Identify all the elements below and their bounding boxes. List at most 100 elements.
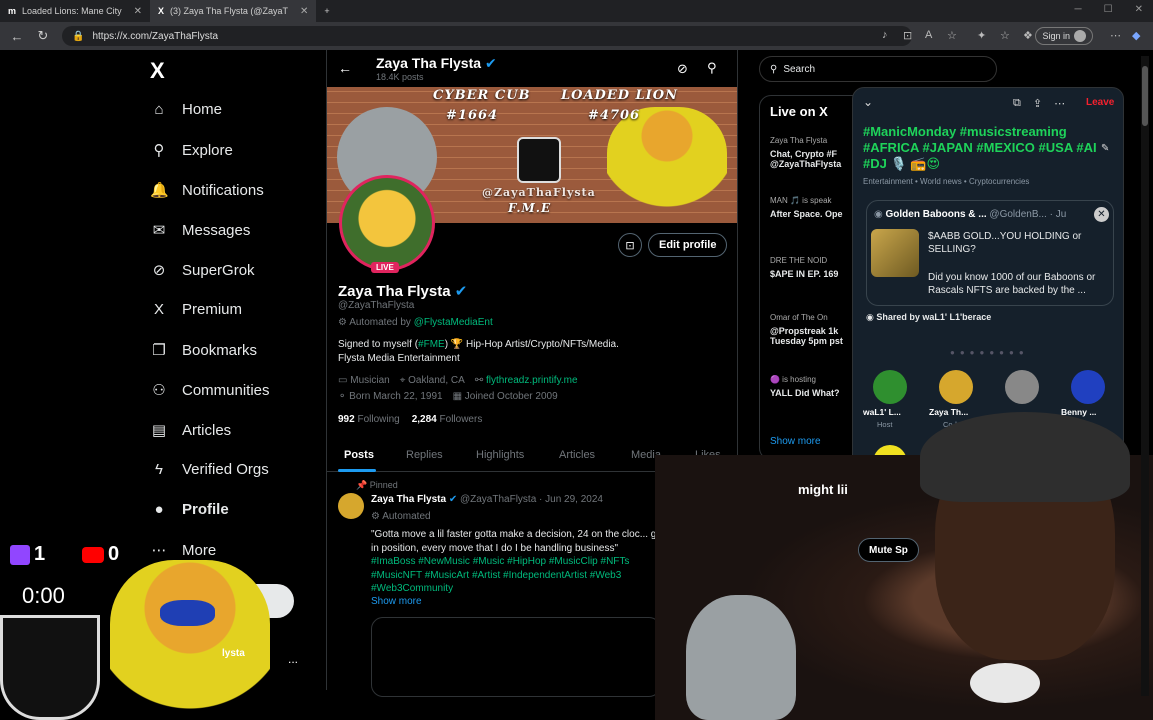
bio-hashtag[interactable]: #FME — [418, 339, 445, 350]
maximize-icon[interactable]: ☐ — [1104, 4, 1113, 15]
account-name[interactable]: lysta — [222, 648, 245, 659]
more-icon: ⋯ — [151, 542, 167, 559]
sidebar-item-supergrok[interactable]: ⊘ SuperGrok — [150, 261, 255, 280]
more-icon[interactable]: ⋯ — [1110, 29, 1121, 42]
bookmark-icon: ❐ — [152, 342, 166, 359]
signin-button[interactable]: Sign in — [1035, 27, 1093, 45]
banner-num-left: #1664 — [446, 108, 499, 123]
lion-overlay-image — [110, 560, 270, 720]
refresh-icon[interactable]: ↻ — [34, 28, 52, 44]
close-icon[interactable]: ✕ — [1094, 207, 1109, 222]
participant-avatar[interactable] — [1005, 370, 1039, 404]
followers-link[interactable]: 2,284 Followers — [412, 414, 483, 425]
sidebar-item-communities[interactable]: ⚇ Communities — [150, 381, 269, 400]
participant-avatar[interactable] — [939, 370, 973, 404]
following-link[interactable]: 992 Following — [338, 414, 400, 425]
profile-avatar[interactable] — [339, 175, 435, 271]
edit-profile-button[interactable]: Edit profile — [648, 233, 728, 257]
star-icon[interactable]: ☆ — [947, 29, 957, 42]
participant-avatar[interactable] — [873, 370, 907, 404]
card-avatar-icon: ◉ — [874, 209, 883, 220]
leave-button[interactable]: Leave — [1086, 97, 1114, 108]
post-header: Zaya Tha Flysta ✔ @ZayaThaFlysta · Jun 2… — [371, 494, 603, 505]
browser-tab-1[interactable]: m Loaded Lions: Mane City ✕ — [0, 0, 150, 22]
more-icon[interactable]: ⋯ — [1054, 97, 1065, 110]
new-tab-button[interactable]: + — [316, 0, 337, 22]
sidebar-item-home[interactable]: ⌂ Home — [150, 101, 222, 118]
chevron-down-icon[interactable]: ⌄ — [863, 95, 873, 109]
tab-articles[interactable]: Articles — [559, 449, 595, 461]
close-icon[interactable]: ✕ — [300, 6, 308, 17]
x-icon: X — [153, 301, 164, 318]
space-topics: Entertainment • World news • Cryptocurre… — [863, 177, 1030, 186]
tab-replies[interactable]: Replies — [406, 449, 443, 461]
card-author: Golden Baboons & ... — [885, 209, 987, 220]
participant-avatar[interactable] — [1071, 370, 1105, 404]
minimize-space-icon[interactable]: ⧉ — [1013, 97, 1021, 110]
collections-icon[interactable]: ❖ — [1023, 29, 1033, 42]
sidebar-item-premium[interactable]: X Premium — [150, 301, 242, 318]
back-arrow-icon[interactable]: ← — [8, 29, 26, 44]
tab-posts[interactable]: Posts — [344, 449, 374, 461]
screenshot-icon[interactable]: ⊡ — [903, 29, 912, 42]
browser-tab-2[interactable]: X (3) Zaya Tha Flysta (@ZayaT ✕ — [149, 0, 317, 22]
bio-prefix: Signed to myself ( — [338, 339, 419, 350]
sidebar-item-articles[interactable]: ▤ Articles — [150, 421, 232, 440]
read-aloud-icon[interactable]: A — [925, 29, 932, 41]
profile-bio: Signed to myself (#FME) 🏆 Hip-Hop Artist… — [338, 338, 678, 366]
cyber-cub-overlay-image — [686, 595, 796, 720]
account-more-icon[interactable]: ... — [288, 652, 298, 666]
scrollbar-thumb[interactable] — [1142, 66, 1148, 126]
communities-icon: ⚇ — [152, 382, 166, 399]
sidebar-item-label: Profile — [182, 501, 229, 518]
sidebar-item-more[interactable]: ⋯ More — [150, 541, 217, 560]
url-field[interactable]: 🔒 https://x.com/ZayaThaFlysta — [62, 26, 912, 46]
extensions-icon[interactable]: ✦ — [977, 29, 986, 42]
website[interactable]: ⚯ flythreadz.printify.me — [475, 375, 578, 386]
sidebar-item-notifications[interactable]: 🔔 Notifications — [150, 181, 264, 200]
following-label: Following — [357, 414, 400, 425]
grok-icon: ⊘ — [152, 262, 166, 279]
banner-fme: F.M.E — [508, 201, 552, 215]
post-author[interactable]: Zaya Tha Flysta — [371, 494, 446, 505]
mic-icon[interactable]: ♪ — [882, 29, 888, 41]
search-icon[interactable]: ⚲ — [707, 60, 717, 76]
post-hashtags[interactable]: #ImaBoss #NewMusic #Music #HipHop #Music… — [371, 556, 629, 594]
lightning-icon: ϟ — [155, 461, 163, 478]
close-icon[interactable]: ✕ — [134, 6, 142, 17]
mute-space-button[interactable]: Mute Sp — [858, 538, 919, 562]
copilot-icon[interactable]: ◆ — [1132, 29, 1140, 42]
x-logo[interactable]: X — [150, 58, 165, 84]
post-automated-text: Automated — [382, 511, 431, 522]
bot-icon: ⚙ — [338, 317, 347, 328]
sidebar-item-messages[interactable]: ✉ Messages — [150, 221, 251, 240]
automated-link[interactable]: @FlystaMediaEnt — [414, 317, 493, 328]
edit-icon[interactable]: ✎ — [1101, 143, 1109, 154]
occupation-text: Musician — [350, 375, 390, 386]
search-input[interactable]: ⚲ Search — [759, 56, 997, 82]
website-text[interactable]: flythreadz.printify.me — [486, 375, 578, 386]
youtube-viewers: 0 — [82, 543, 119, 566]
post-show-more[interactable]: Show more — [371, 596, 422, 607]
camera-icon[interactable]: ⊡ — [618, 233, 642, 257]
sidebar-item-label: Articles — [182, 421, 232, 439]
post-avatar[interactable] — [338, 493, 364, 519]
lion-mask-image — [160, 600, 215, 626]
space-actions: ⧉ ⇪ ⋯ — [1013, 97, 1065, 110]
share-icon[interactable]: ⇪ — [1033, 97, 1042, 110]
back-arrow-icon[interactable]: ← — [338, 60, 352, 76]
tab-highlights[interactable]: Highlights — [476, 449, 524, 461]
favorites-icon[interactable]: ☆ — [1000, 29, 1010, 42]
grok-icon[interactable]: ⊘ — [677, 61, 688, 77]
sidebar-item-profile[interactable]: ● Profile — [150, 501, 229, 518]
post-media[interactable] — [371, 617, 661, 697]
sidebar-item-verified-orgs[interactable]: ϟ Verified Orgs — [150, 461, 269, 478]
close-window-icon[interactable]: ✕ — [1135, 4, 1143, 15]
scrollbar[interactable] — [1141, 56, 1149, 696]
stream-timer: 0:00 — [22, 583, 65, 608]
sidebar-item-bookmarks[interactable]: ❐ Bookmarks — [150, 341, 257, 360]
live-show-more[interactable]: Show more — [770, 436, 821, 447]
tab-label: Loaded Lions: Mane City — [22, 6, 122, 16]
sidebar-item-explore[interactable]: ⚲ Explore — [150, 141, 233, 160]
minimize-icon[interactable]: ─ — [1075, 4, 1082, 15]
